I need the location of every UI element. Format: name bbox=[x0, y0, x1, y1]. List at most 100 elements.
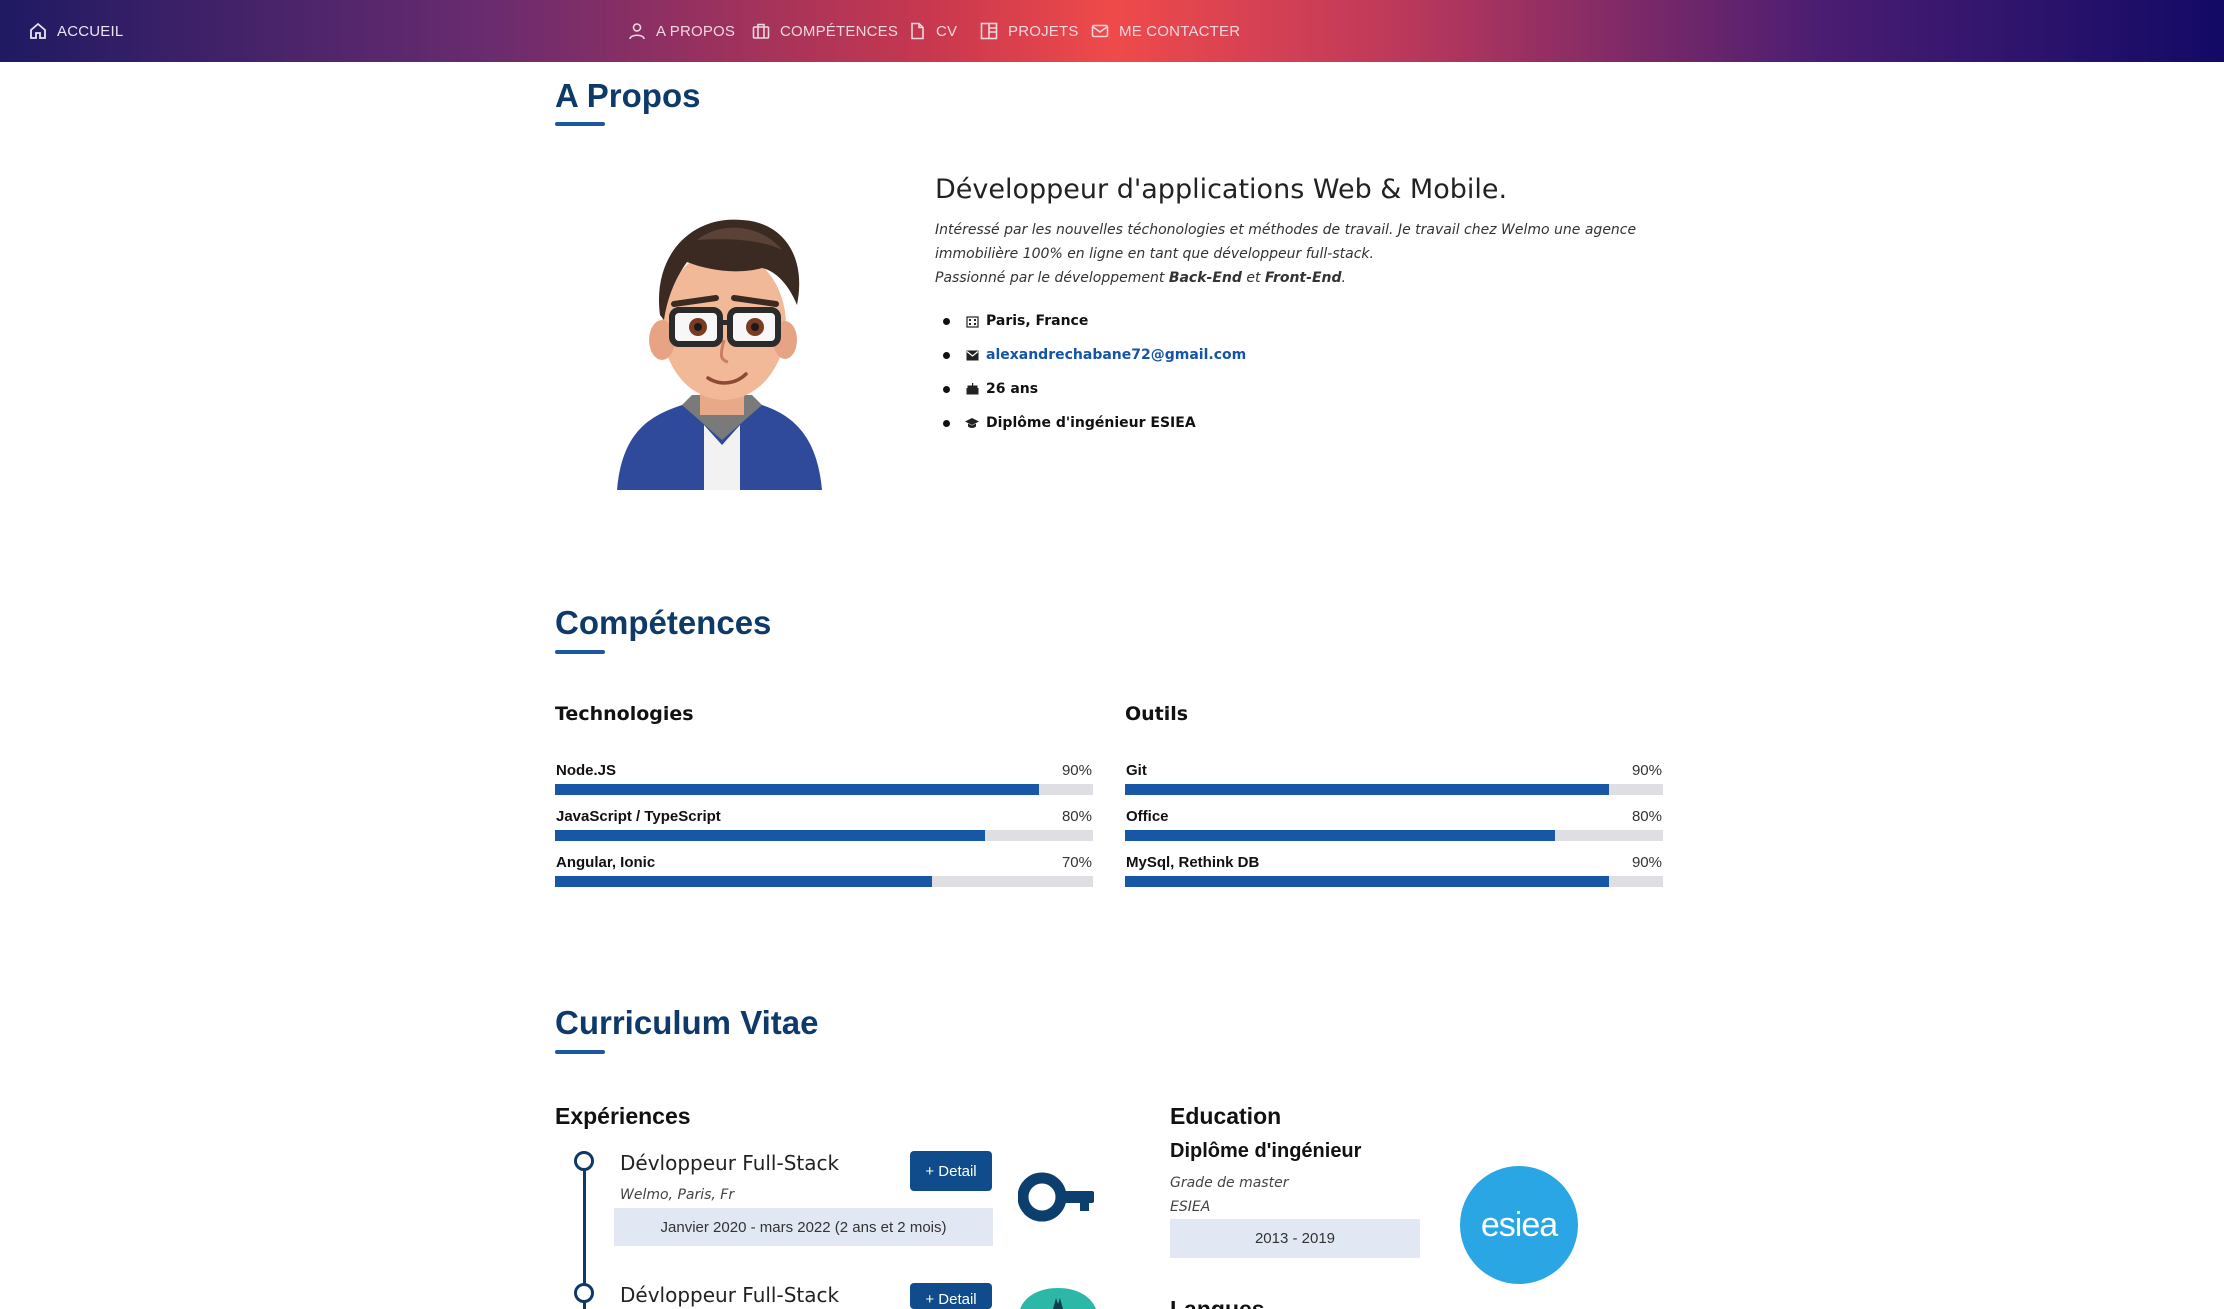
skill-item: Git 90% bbox=[1125, 762, 1663, 806]
tools-title: Outils bbox=[1125, 703, 1189, 725]
about-text-backend: Back-End bbox=[1168, 270, 1242, 286]
nav-home-label: ACCUEIL bbox=[57, 22, 124, 40]
columns-icon bbox=[980, 22, 998, 40]
cv-section-title: Curriculum Vitae bbox=[555, 1004, 819, 1041]
envelope-icon bbox=[1091, 24, 1109, 38]
info-degree: Diplôme d'ingénieur ESIEA bbox=[943, 406, 1246, 440]
nav-home[interactable]: ACCUEIL bbox=[28, 18, 123, 44]
skill-percent: 80% bbox=[1631, 808, 1662, 825]
skill-progress-fill bbox=[1125, 830, 1556, 841]
job-title: Dévloppeur Full-Stack bbox=[620, 1283, 840, 1307]
education-grade: Grade de master bbox=[1170, 1175, 1289, 1191]
info-list: Paris, France alexandrechabane72@gmail.c… bbox=[943, 304, 1246, 440]
skill-progress-track bbox=[555, 784, 1093, 795]
skill-progress-track bbox=[1125, 876, 1663, 887]
skill-item: JavaScript / TypeScript 80% bbox=[555, 808, 1093, 852]
document-icon bbox=[911, 22, 924, 40]
nav-skills-label: COMPÉTENCES bbox=[780, 22, 899, 40]
welmo-logo bbox=[1018, 1172, 1094, 1222]
email-link[interactable]: alexandrechabane72@gmail.com bbox=[986, 347, 1246, 363]
about-description: Intéressé par les nouvelles téchonologie… bbox=[935, 218, 1655, 290]
bullet bbox=[943, 385, 950, 393]
nav-about[interactable]: A PROPOS bbox=[627, 18, 735, 44]
person-icon bbox=[629, 23, 645, 40]
skill-item: Angular, Ionic 70% bbox=[555, 854, 1093, 898]
nav-about-label: A PROPOS bbox=[656, 22, 736, 40]
skill-progress-fill bbox=[555, 830, 986, 841]
bullet bbox=[943, 351, 950, 359]
skill-name: Office bbox=[1126, 808, 1169, 825]
nav-projects-label: PROJETS bbox=[1008, 22, 1079, 40]
skill-progress-fill bbox=[1125, 784, 1610, 795]
education-date-range: 2013 - 2019 bbox=[1170, 1219, 1420, 1258]
about-text-line1: Intéressé par les nouvelles téchonologie… bbox=[935, 222, 1637, 262]
about-text-frontend: Front-End bbox=[1264, 270, 1342, 286]
education-title: Education bbox=[1170, 1103, 1282, 1129]
briefcase-icon bbox=[752, 23, 770, 39]
nav-contact-label: ME CONTACTER bbox=[1119, 22, 1241, 40]
about-section-title: A Propos bbox=[555, 77, 701, 114]
bullet bbox=[943, 419, 950, 427]
skill-name: JavaScript / TypeScript bbox=[556, 808, 721, 825]
esiea-logo: esiea bbox=[1460, 1166, 1578, 1284]
skill-name: Angular, Ionic bbox=[556, 854, 656, 871]
title-underline bbox=[555, 650, 605, 654]
nav-cv-label: CV bbox=[936, 22, 958, 40]
nav-cv[interactable]: CV bbox=[907, 18, 957, 44]
skill-item: Office 80% bbox=[1125, 808, 1663, 852]
info-location-text: Paris, France bbox=[986, 313, 1089, 329]
skill-progress-track bbox=[1125, 830, 1663, 841]
info-age: 26 ans bbox=[943, 372, 1246, 406]
avatar-image bbox=[617, 219, 822, 490]
company-logo bbox=[1020, 1288, 1096, 1309]
about-text-mid: et bbox=[1241, 270, 1265, 286]
home-icon bbox=[30, 22, 46, 39]
skill-name: Node.JS bbox=[556, 762, 617, 779]
about-text-suffix: . bbox=[1341, 270, 1346, 286]
nav-contact[interactable]: ME CONTACTER bbox=[1090, 18, 1240, 44]
info-age-text: 26 ans bbox=[986, 381, 1039, 397]
skill-percent: 70% bbox=[1061, 854, 1092, 871]
title-underline bbox=[555, 122, 605, 126]
experiences-title: Expériences bbox=[555, 1103, 691, 1129]
technologies-title: Technologies bbox=[555, 703, 694, 725]
skill-percent: 90% bbox=[1631, 854, 1662, 871]
timeline-dot bbox=[574, 1151, 594, 1171]
info-location: Paris, France bbox=[943, 304, 1246, 338]
cake-icon bbox=[964, 382, 980, 396]
skill-percent: 80% bbox=[1061, 808, 1092, 825]
top-navbar: ACCUEIL A PROPOS COMPÉTENCES CV PROJETS … bbox=[0, 0, 2224, 62]
skill-progress-fill bbox=[555, 876, 932, 887]
envelope-icon bbox=[964, 348, 980, 362]
skill-progress-track bbox=[555, 830, 1093, 841]
about-text-prefix: Passionné par le développement bbox=[935, 270, 1169, 286]
skill-percent: 90% bbox=[1061, 762, 1092, 779]
building-icon bbox=[964, 314, 980, 328]
esiea-logo-text: esiea bbox=[1480, 1205, 1558, 1244]
skill-name: MySql, Rethink DB bbox=[1126, 854, 1260, 871]
about-heading: Développeur d'applications Web & Mobile. bbox=[935, 174, 1508, 205]
job-title: Dévloppeur Full-Stack bbox=[620, 1151, 840, 1175]
skill-progress-fill bbox=[1125, 876, 1610, 887]
nav-skills[interactable]: COMPÉTENCES bbox=[751, 18, 898, 44]
info-email: alexandrechabane72@gmail.com bbox=[943, 338, 1246, 372]
job-detail-button[interactable]: + Detail bbox=[910, 1283, 992, 1309]
skill-name: Git bbox=[1126, 762, 1147, 779]
job-company: Welmo, Paris, Fr bbox=[620, 1187, 735, 1203]
skill-percent: 90% bbox=[1631, 762, 1662, 779]
education-degree: Diplôme d'ingénieur bbox=[1170, 1140, 1362, 1162]
nav-projects[interactable]: PROJETS bbox=[979, 18, 1079, 44]
languages-title: Langues bbox=[1170, 1296, 1265, 1309]
education-school: ESIEA bbox=[1170, 1199, 1211, 1215]
bullet bbox=[943, 317, 950, 325]
info-degree-text: Diplôme d'ingénieur ESIEA bbox=[986, 415, 1196, 431]
graduation-cap-icon bbox=[964, 416, 980, 430]
skills-section-title: Compétences bbox=[555, 604, 772, 641]
job-detail-button[interactable]: + Detail bbox=[910, 1151, 992, 1191]
job-date-range: Janvier 2020 - mars 2022 (2 ans et 2 moi… bbox=[614, 1208, 993, 1246]
timeline-dot bbox=[574, 1283, 594, 1303]
skill-progress-track bbox=[555, 876, 1093, 887]
skill-item: Node.JS 90% bbox=[555, 762, 1093, 806]
skill-item: MySql, Rethink DB 90% bbox=[1125, 854, 1663, 898]
title-underline bbox=[555, 1050, 605, 1054]
